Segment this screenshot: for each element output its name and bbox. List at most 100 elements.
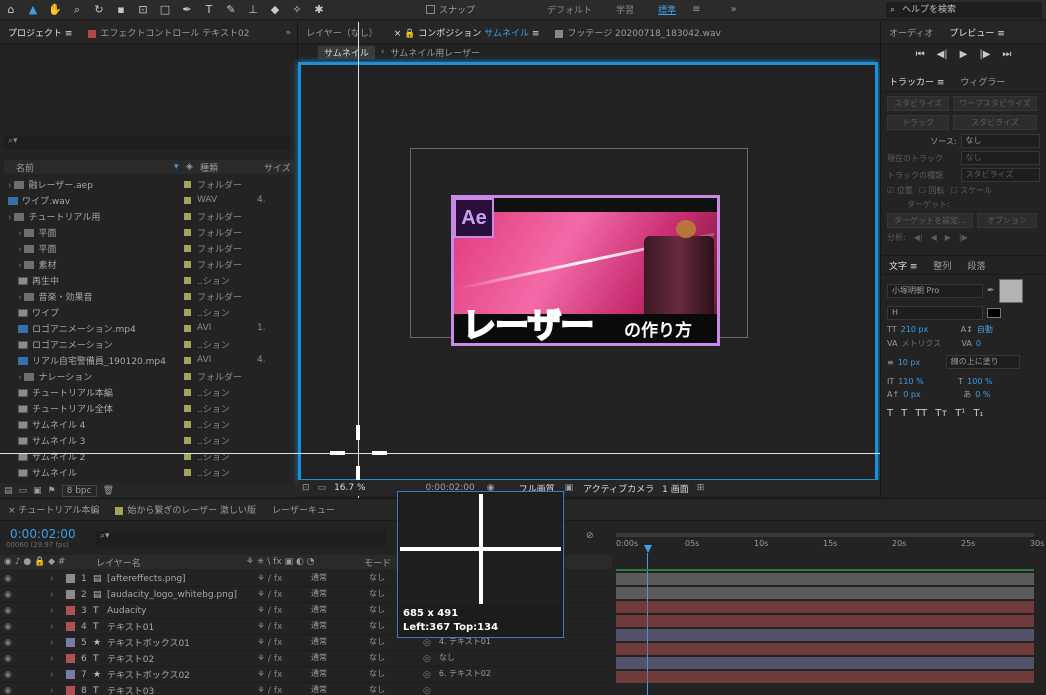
snap-toggle[interactable]: スナップ — [426, 3, 475, 16]
layer-mode-dropdown[interactable]: 通常 — [307, 588, 357, 602]
layer-switches[interactable]: ⚘ / fx — [257, 638, 307, 648]
close-timeline-tab-icon[interactable]: × — [8, 506, 16, 516]
layer-switches[interactable]: ⚘ / fx — [257, 606, 307, 616]
tab-wiggler[interactable]: ウィグラー — [952, 75, 1013, 88]
col-name[interactable]: 名前 — [4, 161, 174, 174]
layer-switches[interactable]: ⚘ / fx — [257, 622, 307, 632]
layer-duration-bar[interactable] — [616, 671, 1034, 683]
leading-value[interactable]: 自動 — [977, 324, 993, 335]
layer-switches[interactable]: ⚘ / fx — [257, 574, 307, 584]
layer-switches[interactable]: ⚘ / fx — [257, 654, 307, 664]
eyedropper-icon[interactable]: ✒ — [987, 286, 995, 296]
col-layer-name[interactable]: レイヤー名 — [96, 556, 246, 569]
project-item[interactable]: ワイプ.wavWAV4. — [4, 192, 294, 208]
project-item[interactable]: サムネイル 4..ション — [4, 416, 294, 432]
timeline-search-input[interactable]: ⌕▾ — [96, 531, 386, 545]
label-color-swatch[interactable] — [184, 389, 191, 396]
tab-preview[interactable]: プレビュー ≡ — [941, 26, 1012, 39]
kerning-value[interactable]: メトリクス — [901, 338, 957, 349]
layer-duration-bar[interactable] — [616, 573, 1034, 585]
first-frame-icon[interactable]: ⏮ — [916, 49, 925, 60]
region-of-interest-icon[interactable]: ▣ — [565, 483, 574, 493]
tracking-value[interactable]: 0 — [976, 339, 981, 348]
av-switches[interactable]: ◉ — [0, 654, 50, 664]
tab-timeline-1[interactable]: × チュートリアル本編 — [0, 503, 107, 516]
parent-dropdown[interactable] — [435, 684, 515, 695]
layer-row[interactable]: ◉›7★テキストボックス02⚘ / fx通常なし◎6. テキスト02 — [0, 667, 612, 683]
layer-name[interactable]: テキストボックス02 — [107, 668, 257, 681]
options-button[interactable]: オプション — [977, 213, 1037, 228]
layer-duration-bar[interactable] — [616, 629, 1034, 641]
label-color-swatch[interactable] — [184, 213, 191, 220]
expand-layer-icon[interactable]: › — [50, 638, 60, 648]
expand-layer-icon[interactable]: › — [50, 670, 60, 680]
always-preview-icon[interactable]: ⊡ — [302, 483, 310, 493]
magnification-dropdown[interactable]: 16.7 % — [334, 483, 365, 493]
tab-footage[interactable]: フッテージ 20200718_183042.wav — [547, 26, 728, 39]
tsume-value[interactable]: 0 % — [975, 390, 990, 399]
track-matte-dropdown[interactable]: なし — [365, 684, 415, 695]
faux-italic-icon[interactable]: T — [901, 408, 907, 419]
col-size[interactable]: サイズ — [264, 161, 291, 174]
next-frame-icon[interactable]: |▶ — [979, 49, 990, 60]
warp-stabilizer-button[interactable]: ワープスタビライズ — [953, 96, 1037, 111]
expand-layer-icon[interactable]: › — [50, 574, 60, 584]
tab-layer[interactable]: レイヤー（なし） — [298, 26, 386, 39]
position-checkbox[interactable]: ☑ 位置 — [887, 185, 913, 196]
tab-paragraph[interactable]: 段落 — [959, 259, 993, 272]
type-tool-icon[interactable]: T — [202, 3, 216, 17]
selection-tool-icon[interactable]: ▲ — [26, 3, 40, 17]
project-item[interactable]: ロゴアニメーション..ション — [4, 336, 294, 352]
analyze-back-1-icon[interactable]: ◀| — [914, 233, 923, 242]
project-item[interactable]: サムネイル 2..ション — [4, 448, 294, 464]
project-item[interactable]: リアル自宅警備員_190120.mp4AVI4. — [4, 352, 294, 368]
faux-bold-icon[interactable]: T — [887, 408, 893, 419]
panel-overflow-icon[interactable]: » — [285, 28, 297, 38]
label-color-swatch[interactable] — [184, 197, 191, 204]
trash-icon[interactable]: 🗑 — [103, 486, 114, 496]
project-item[interactable]: › 平面フォルダー — [4, 224, 294, 240]
label-color-swatch[interactable] — [184, 229, 191, 236]
layer-label-color[interactable] — [66, 622, 75, 631]
viewer-options-icon[interactable]: ⊞ — [697, 483, 705, 493]
prev-frame-icon[interactable]: ◀| — [937, 49, 948, 60]
layer-name[interactable]: テキスト01 — [107, 620, 257, 633]
view-layout-dropdown[interactable]: 1 画面 — [662, 482, 689, 495]
av-switches[interactable]: ◉ — [0, 638, 50, 648]
brush-tool-icon[interactable]: ✎ — [224, 3, 238, 17]
small-caps-icon[interactable]: Tт — [935, 408, 947, 419]
zoom-tool-icon[interactable]: ⌕ — [70, 3, 84, 17]
label-color-swatch[interactable] — [184, 357, 191, 364]
layer-duration-bar[interactable] — [616, 657, 1034, 669]
lock-icon[interactable]: 🔒 — [404, 29, 415, 39]
expand-layer-icon[interactable]: › — [50, 622, 60, 632]
layer-row[interactable]: ◉›6Tテキスト02⚘ / fx通常なし◎なし — [0, 651, 612, 667]
tab-character[interactable]: 文字 ≡ — [881, 259, 925, 272]
bpc-toggle[interactable]: 8 bpc — [62, 485, 97, 497]
tab-effect-controls[interactable]: エフェクトコントロール テキスト02 — [80, 26, 257, 39]
project-search-input[interactable]: ⌕▾ — [4, 136, 290, 150]
layer-label-color[interactable] — [66, 638, 75, 647]
workspace-menu-icon[interactable]: ≡ — [692, 4, 700, 15]
parent-dropdown[interactable]: なし — [435, 652, 515, 666]
breadcrumb-comp-2[interactable]: サムネイル用レーザー — [390, 46, 480, 59]
thumbnail-image[interactable]: Ae レーザー の作り方 — [451, 195, 720, 346]
tab-audio[interactable]: オーディオ — [881, 26, 941, 39]
workspace-learn[interactable]: 学習 — [604, 3, 646, 16]
layer-name[interactable]: テキスト03 — [107, 684, 257, 695]
new-comp-icon[interactable]: ▣ — [33, 486, 42, 496]
analyze-forward-1-icon[interactable]: |▶ — [959, 233, 968, 242]
project-item[interactable]: チュートリアル本編..ション — [4, 384, 294, 400]
flowchart-icon[interactable]: ⚑ — [48, 486, 56, 496]
stabilize-motion-button[interactable]: スタビライズ — [953, 115, 1037, 130]
pickwhip-icon[interactable]: ◎ — [423, 638, 431, 648]
label-color-swatch[interactable] — [184, 405, 191, 412]
label-color-swatch[interactable] — [184, 181, 191, 188]
vertical-scale-value[interactable]: 110 % — [898, 377, 954, 386]
time-ruler[interactable]: 0:00s05s10s15s20s25s30s — [616, 539, 1036, 555]
project-item[interactable]: › 音楽・効果音フォルダー — [4, 288, 294, 304]
project-item[interactable]: サムネイル 3..ション — [4, 432, 294, 448]
layer-mode-dropdown[interactable]: 通常 — [307, 620, 357, 634]
layer-mode-dropdown[interactable]: 通常 — [307, 636, 357, 650]
last-frame-icon[interactable]: ⏭ — [1002, 49, 1011, 60]
